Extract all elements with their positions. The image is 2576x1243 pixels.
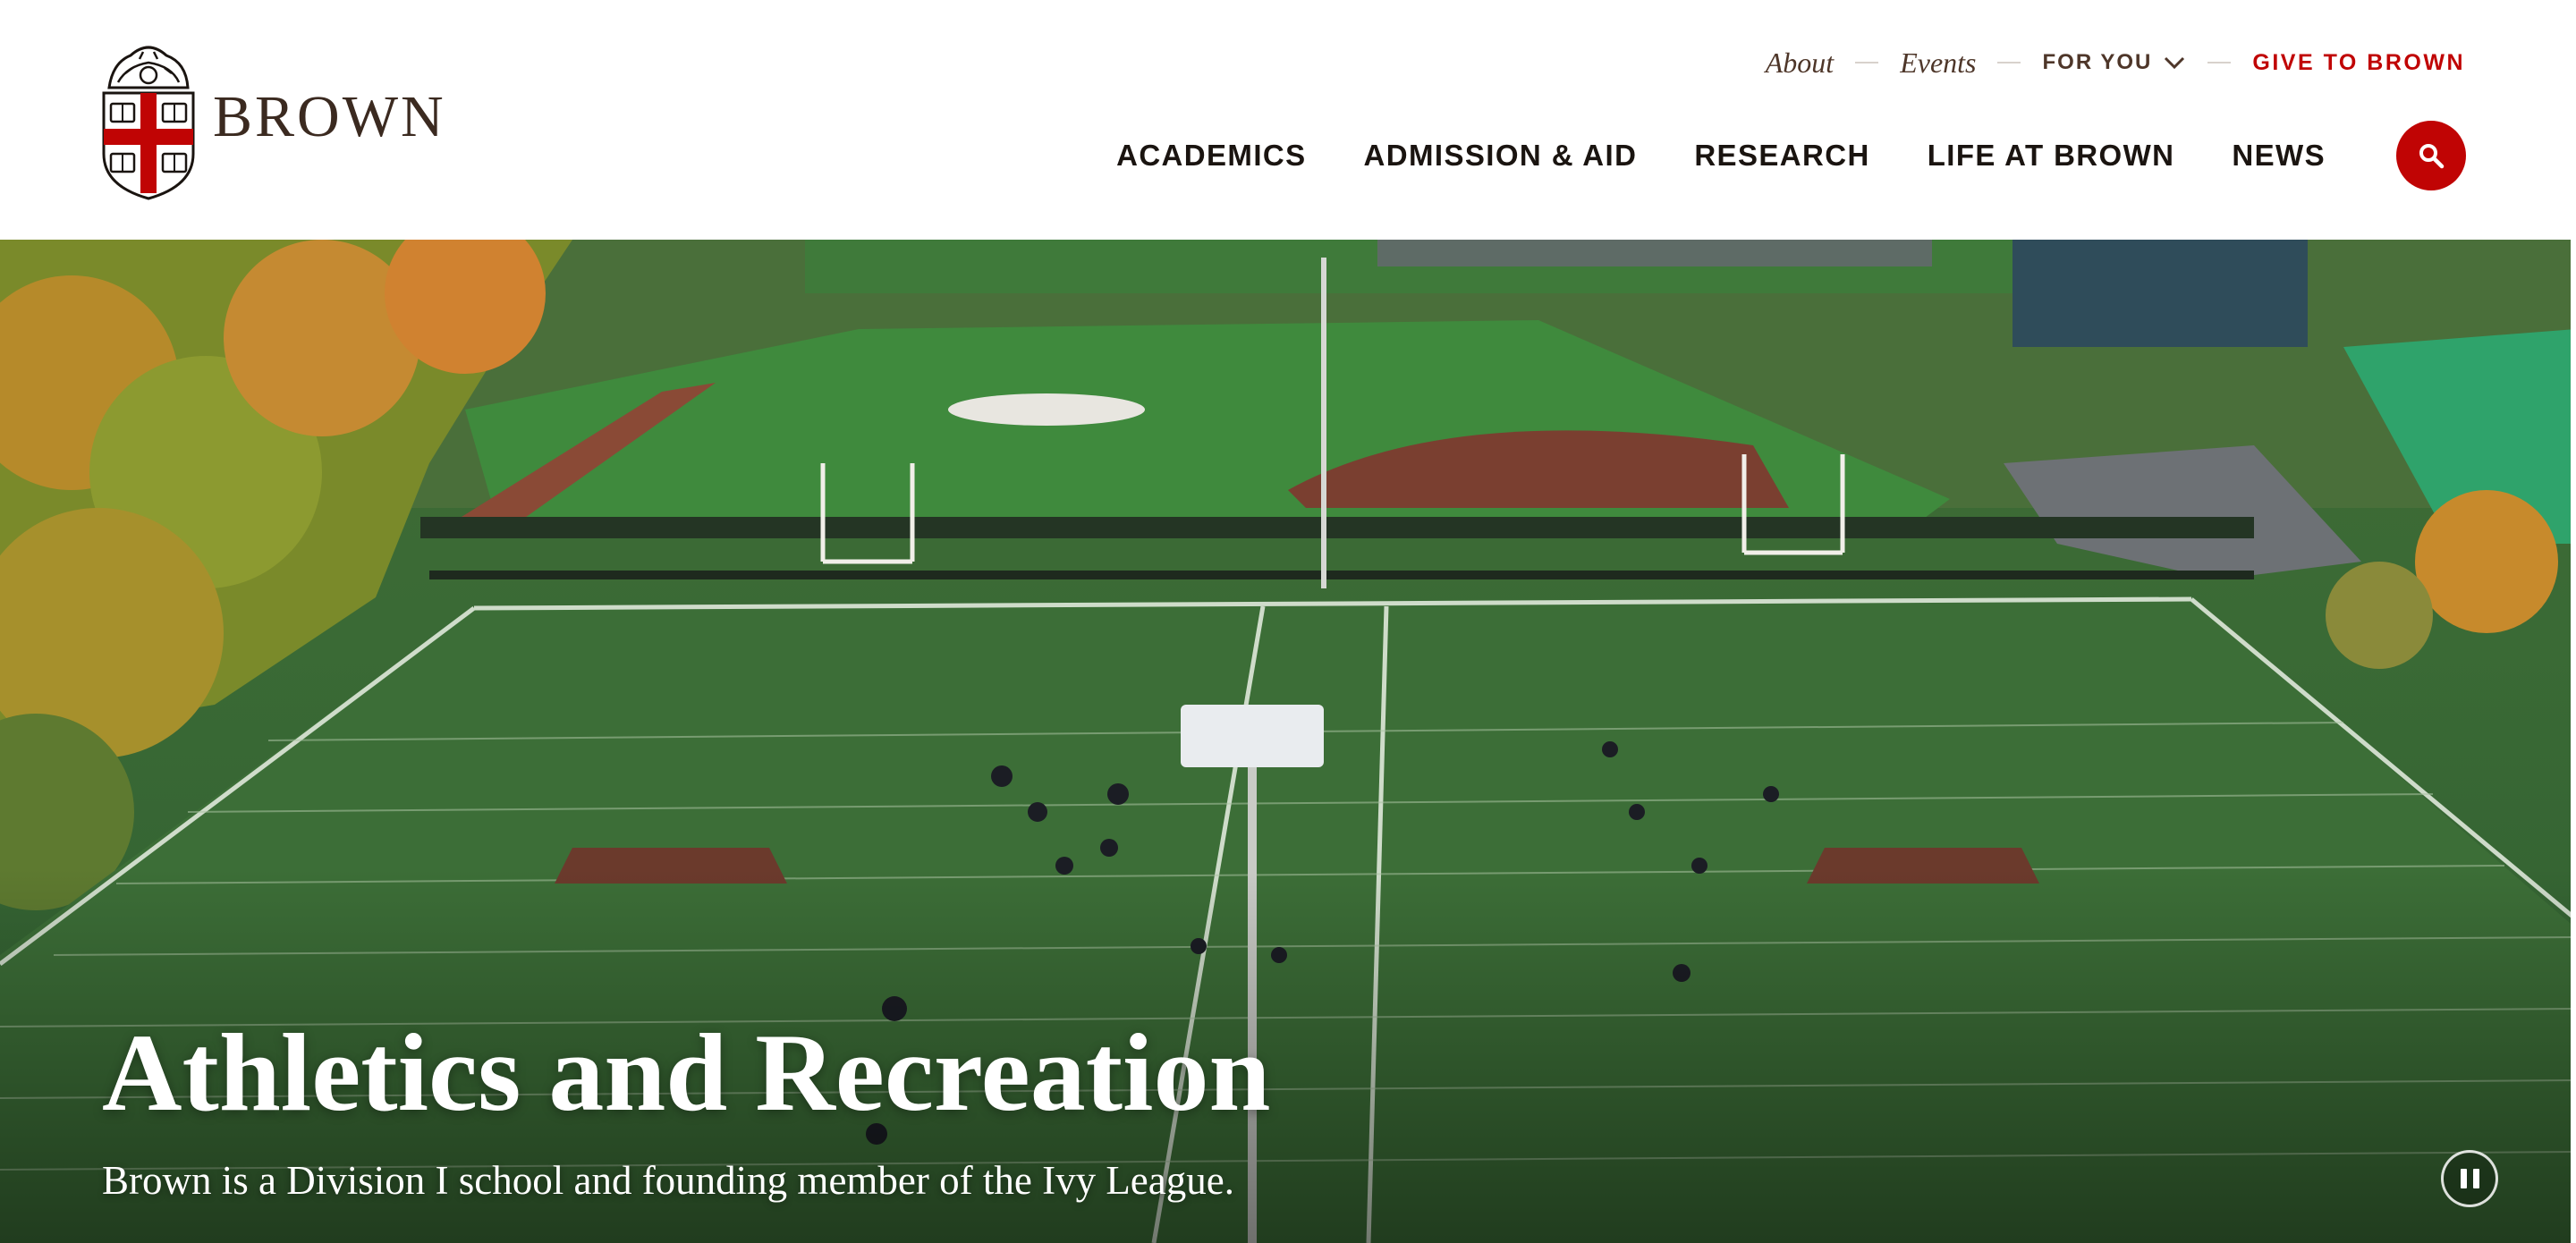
primary-nav: ACADEMICS ADMISSION & AID RESEARCH LIFE … — [1116, 134, 2326, 177]
for-you-dropdown[interactable]: FOR YOU — [2042, 50, 2186, 75]
brown-logo-link[interactable]: BROWN — [100, 36, 444, 200]
window-edge — [2571, 0, 2576, 1243]
site-header: BROWN About Events FOR YOU GIVE TO BROWN… — [0, 0, 2576, 240]
for-you-label: FOR YOU — [2042, 50, 2153, 74]
chevron-down-icon — [2165, 56, 2185, 70]
brown-wordmark: BROWN — [213, 84, 446, 149]
nav-academics[interactable]: ACADEMICS — [1116, 139, 1306, 173]
hero-title: Athletics and Recreation — [102, 1011, 1271, 1134]
utility-divider — [1997, 62, 2021, 63]
nav-research[interactable]: RESEARCH — [1694, 139, 1869, 173]
events-link[interactable]: Events — [1900, 47, 1976, 80]
nav-admission-aid[interactable]: ADMISSION & AID — [1364, 139, 1638, 173]
hero-subtitle: Brown is a Division I school and foundin… — [102, 1158, 1234, 1203]
hero-section: Athletics and Recreation Brown is a Divi… — [0, 240, 2576, 1243]
pause-icon — [2460, 1169, 2467, 1188]
search-button[interactable] — [2396, 121, 2466, 190]
video-pause-button[interactable] — [2441, 1150, 2498, 1207]
search-icon — [2419, 144, 2445, 169]
utility-divider — [1855, 62, 1879, 63]
pause-icon-bar — [2472, 1169, 2479, 1188]
about-link[interactable]: About — [1766, 47, 1834, 80]
nav-life-at-brown[interactable]: LIFE AT BROWN — [1928, 139, 2175, 173]
nav-news[interactable]: NEWS — [2232, 139, 2326, 173]
utility-nav: About Events FOR YOU GIVE TO BROWN — [1766, 43, 2465, 82]
give-to-brown-link[interactable]: GIVE TO BROWN — [2252, 50, 2465, 76]
brown-shield-logo — [102, 46, 195, 200]
utility-divider — [2207, 62, 2232, 63]
